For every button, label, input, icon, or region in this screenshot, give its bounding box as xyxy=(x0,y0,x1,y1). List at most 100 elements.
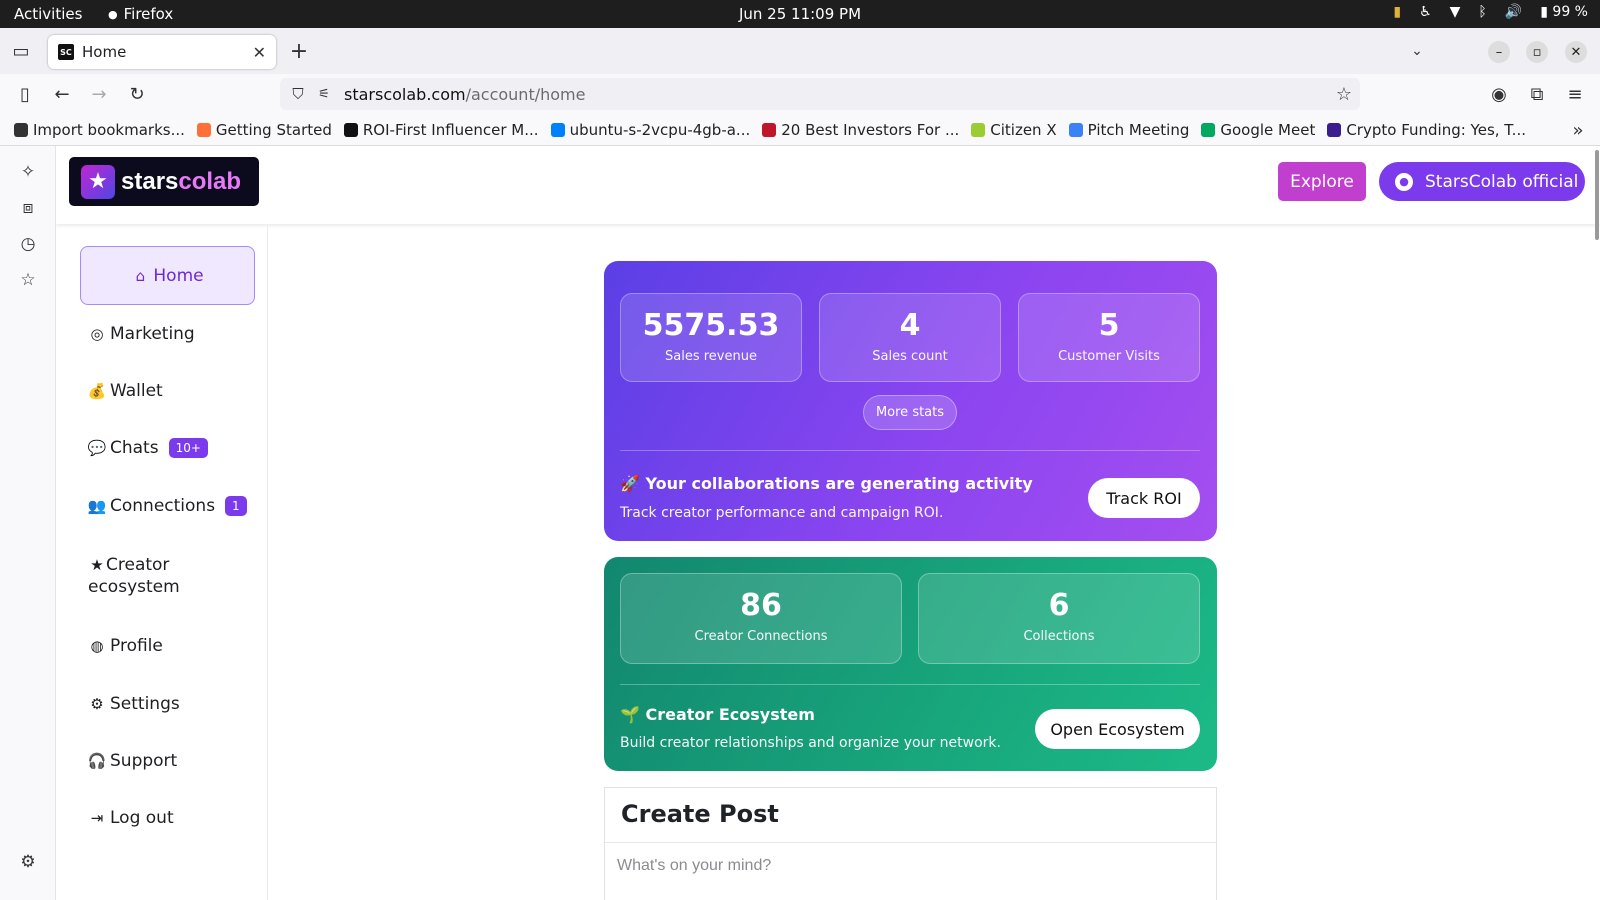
close-window-icon[interactable]: ✕ xyxy=(1565,41,1587,63)
nav-marketing[interactable]: ◎ Marketing xyxy=(88,324,195,344)
sales-count-stat[interactable]: 4 Sales count xyxy=(819,293,1001,382)
volume-icon: 🔊 xyxy=(1504,4,1523,20)
more-bookmarks-icon[interactable]: » xyxy=(1568,120,1588,141)
url-host: starscolab.com xyxy=(344,84,466,104)
starscolab-logo[interactable]: ★ starscolab xyxy=(69,157,259,206)
account-button[interactable]: ● StarsColab official xyxy=(1379,162,1585,201)
pitch-icon xyxy=(1068,122,1083,137)
menu-icon[interactable]: ≡ xyxy=(1564,83,1586,105)
connections-badge: 1 xyxy=(225,496,247,516)
collections-stat[interactable]: 6 Collections xyxy=(918,573,1200,664)
system-tray[interactable]: ▮ ♿ ▼ ᛒ 🔊 ▮ 99 % xyxy=(1393,4,1588,20)
track-roi-button[interactable]: Track ROI xyxy=(1088,478,1200,518)
reload-icon[interactable]: ↻ xyxy=(126,83,148,105)
nav-support[interactable]: 🎧 Support xyxy=(87,751,178,771)
bookmark-item[interactable]: Citizen X xyxy=(971,121,1057,139)
nav-settings[interactable]: ⚙ Settings xyxy=(88,694,179,714)
nav-creator-label-1: Creator xyxy=(106,555,170,575)
tab-overview-icon[interactable]: ▭ xyxy=(10,40,32,62)
bookmark-label: ubuntu-s-2vcpu-4gb-a... xyxy=(569,120,751,139)
activity-subtitle: Track creator performance and campaign R… xyxy=(620,505,944,521)
nav-creator-label-2: ecosystem xyxy=(88,577,180,597)
customer-visits-value: 5 xyxy=(1098,308,1120,343)
sidebar-toggle-icon[interactable]: ▯ xyxy=(14,83,36,105)
extensions-icon[interactable]: ⧉ xyxy=(1526,83,1548,105)
sales-count-label: Sales count xyxy=(872,349,948,364)
card-divider xyxy=(620,450,1200,451)
bookmarks-icon[interactable]: ☆ xyxy=(18,270,38,290)
bookmark-label: Google Meet xyxy=(1220,120,1316,139)
bookmark-item[interactable]: ubuntu-s-2vcpu-4gb-a... xyxy=(550,120,751,139)
creator-connections-stat[interactable]: 86 Creator Connections xyxy=(620,573,902,664)
nav-connections[interactable]: 👥 Connections 1 xyxy=(88,496,247,516)
synced-tabs-icon[interactable]: ⧈ xyxy=(18,198,38,218)
collections-label: Collections xyxy=(1023,629,1095,644)
site-info-icon[interactable]: ⚟ xyxy=(314,84,334,104)
digitalocean-icon xyxy=(550,122,565,137)
accessibility-icon: ♿ xyxy=(1419,4,1432,20)
profile-icon: ◍ xyxy=(90,637,104,655)
sidebar-settings-icon[interactable]: ⚙ xyxy=(18,852,38,872)
tab-list-icon[interactable]: ⌄ xyxy=(1406,40,1428,62)
bookmark-item[interactable]: Import bookmarks... xyxy=(14,121,185,139)
starscolab-favicon: SC xyxy=(58,44,74,60)
bookmark-item[interactable]: ROI-First Influencer M... xyxy=(343,121,539,139)
crypto-icon xyxy=(1327,122,1342,137)
close-tab-icon[interactable]: ✕ xyxy=(253,43,266,62)
account-icon[interactable]: ◉ xyxy=(1488,83,1510,105)
maximize-icon[interactable]: ▫ xyxy=(1526,41,1548,63)
create-post-panel: Create Post xyxy=(604,787,1217,900)
bookmark-item[interactable]: Google Meet xyxy=(1201,121,1315,139)
sales-revenue-stat[interactable]: 5575.53 Sales revenue xyxy=(620,293,802,382)
bookmark-item[interactable]: Getting Started xyxy=(196,121,332,139)
gear-icon: ⚙ xyxy=(90,695,104,713)
bookmarks-toolbar: Import bookmarks... Getting Started ROI-Fi… xyxy=(0,114,1600,146)
page-scrollbar[interactable] xyxy=(1595,150,1599,240)
post-input[interactable] xyxy=(617,850,1197,882)
sc-icon xyxy=(343,122,358,137)
bookmark-item[interactable]: Crypto Funding: Yes, T... xyxy=(1327,121,1526,139)
minimize-icon[interactable]: – xyxy=(1488,41,1510,63)
bookmark-red-icon xyxy=(762,122,777,137)
explore-button[interactable]: Explore xyxy=(1278,162,1366,201)
bookmark-label: 20 Best Investors For ... xyxy=(781,120,960,139)
sales-stats-card: 5575.53 Sales revenue 4 Sales count 5 Cu… xyxy=(604,261,1217,541)
nav-marketing-label: Marketing xyxy=(110,324,195,344)
card-divider xyxy=(620,684,1200,685)
ai-sparkle-icon[interactable]: ✧ xyxy=(18,162,38,182)
site-header: ★ starscolab Explore ● StarsColab offici… xyxy=(56,146,1600,224)
nav-creator-ecosystem[interactable]: ★ Creator ecosystem xyxy=(88,555,180,597)
bookmark-star-icon[interactable]: ☆ xyxy=(1334,84,1354,105)
tab-home[interactable]: SC Home ✕ xyxy=(48,35,276,69)
url-bar[interactable]: ⛉ ⚟ starscolab.com/account/home ☆ xyxy=(280,78,1360,110)
nav-chats[interactable]: 💬 Chats 10+ xyxy=(88,438,208,458)
clock[interactable]: Jun 25 11:09 PM xyxy=(0,5,1600,23)
nav-wallet[interactable]: 💰 Wallet xyxy=(88,381,163,401)
more-stats-button[interactable]: More stats xyxy=(863,395,957,430)
forward-icon[interactable]: → xyxy=(88,83,110,105)
meet-icon xyxy=(1201,122,1216,137)
ecosystem-subtitle: Build creator relationships and organize… xyxy=(620,735,1001,751)
shield-icon[interactable]: ⛉ xyxy=(288,84,308,104)
nav-wallet-label: Wallet xyxy=(110,381,163,401)
bookmark-item[interactable]: 20 Best Investors For ... xyxy=(762,121,959,139)
system-top-bar: Activities ● Firefox Jun 25 11:09 PM ▮ ♿ … xyxy=(0,0,1600,28)
logo-wordmark: starscolab xyxy=(121,168,241,196)
customer-visits-stat[interactable]: 5 Customer Visits xyxy=(1018,293,1200,382)
open-ecosystem-button[interactable]: Open Ecosystem xyxy=(1035,709,1200,749)
bluetooth-icon: ᛒ xyxy=(1478,4,1487,20)
history-icon[interactable]: ◷ xyxy=(18,234,38,254)
url-path: /account/home xyxy=(465,84,586,104)
bookmark-item[interactable]: Pitch Meeting xyxy=(1068,121,1189,139)
nav-profile-label: Profile xyxy=(110,636,163,656)
import-icon xyxy=(14,122,28,137)
back-icon[interactable]: ← xyxy=(51,83,73,105)
nav-home-label: Home xyxy=(153,265,204,286)
bookmark-label: Crypto Funding: Yes, T... xyxy=(1346,120,1526,139)
nav-logout[interactable]: ⇥ Log out xyxy=(88,808,174,828)
new-tab-icon[interactable]: + xyxy=(288,39,310,64)
wifi-icon: ▼ xyxy=(1449,4,1461,20)
headset-icon: 🎧 xyxy=(87,752,107,770)
nav-profile[interactable]: ◍ Profile xyxy=(88,636,163,656)
nav-home[interactable]: ⌂ Home xyxy=(80,246,255,305)
